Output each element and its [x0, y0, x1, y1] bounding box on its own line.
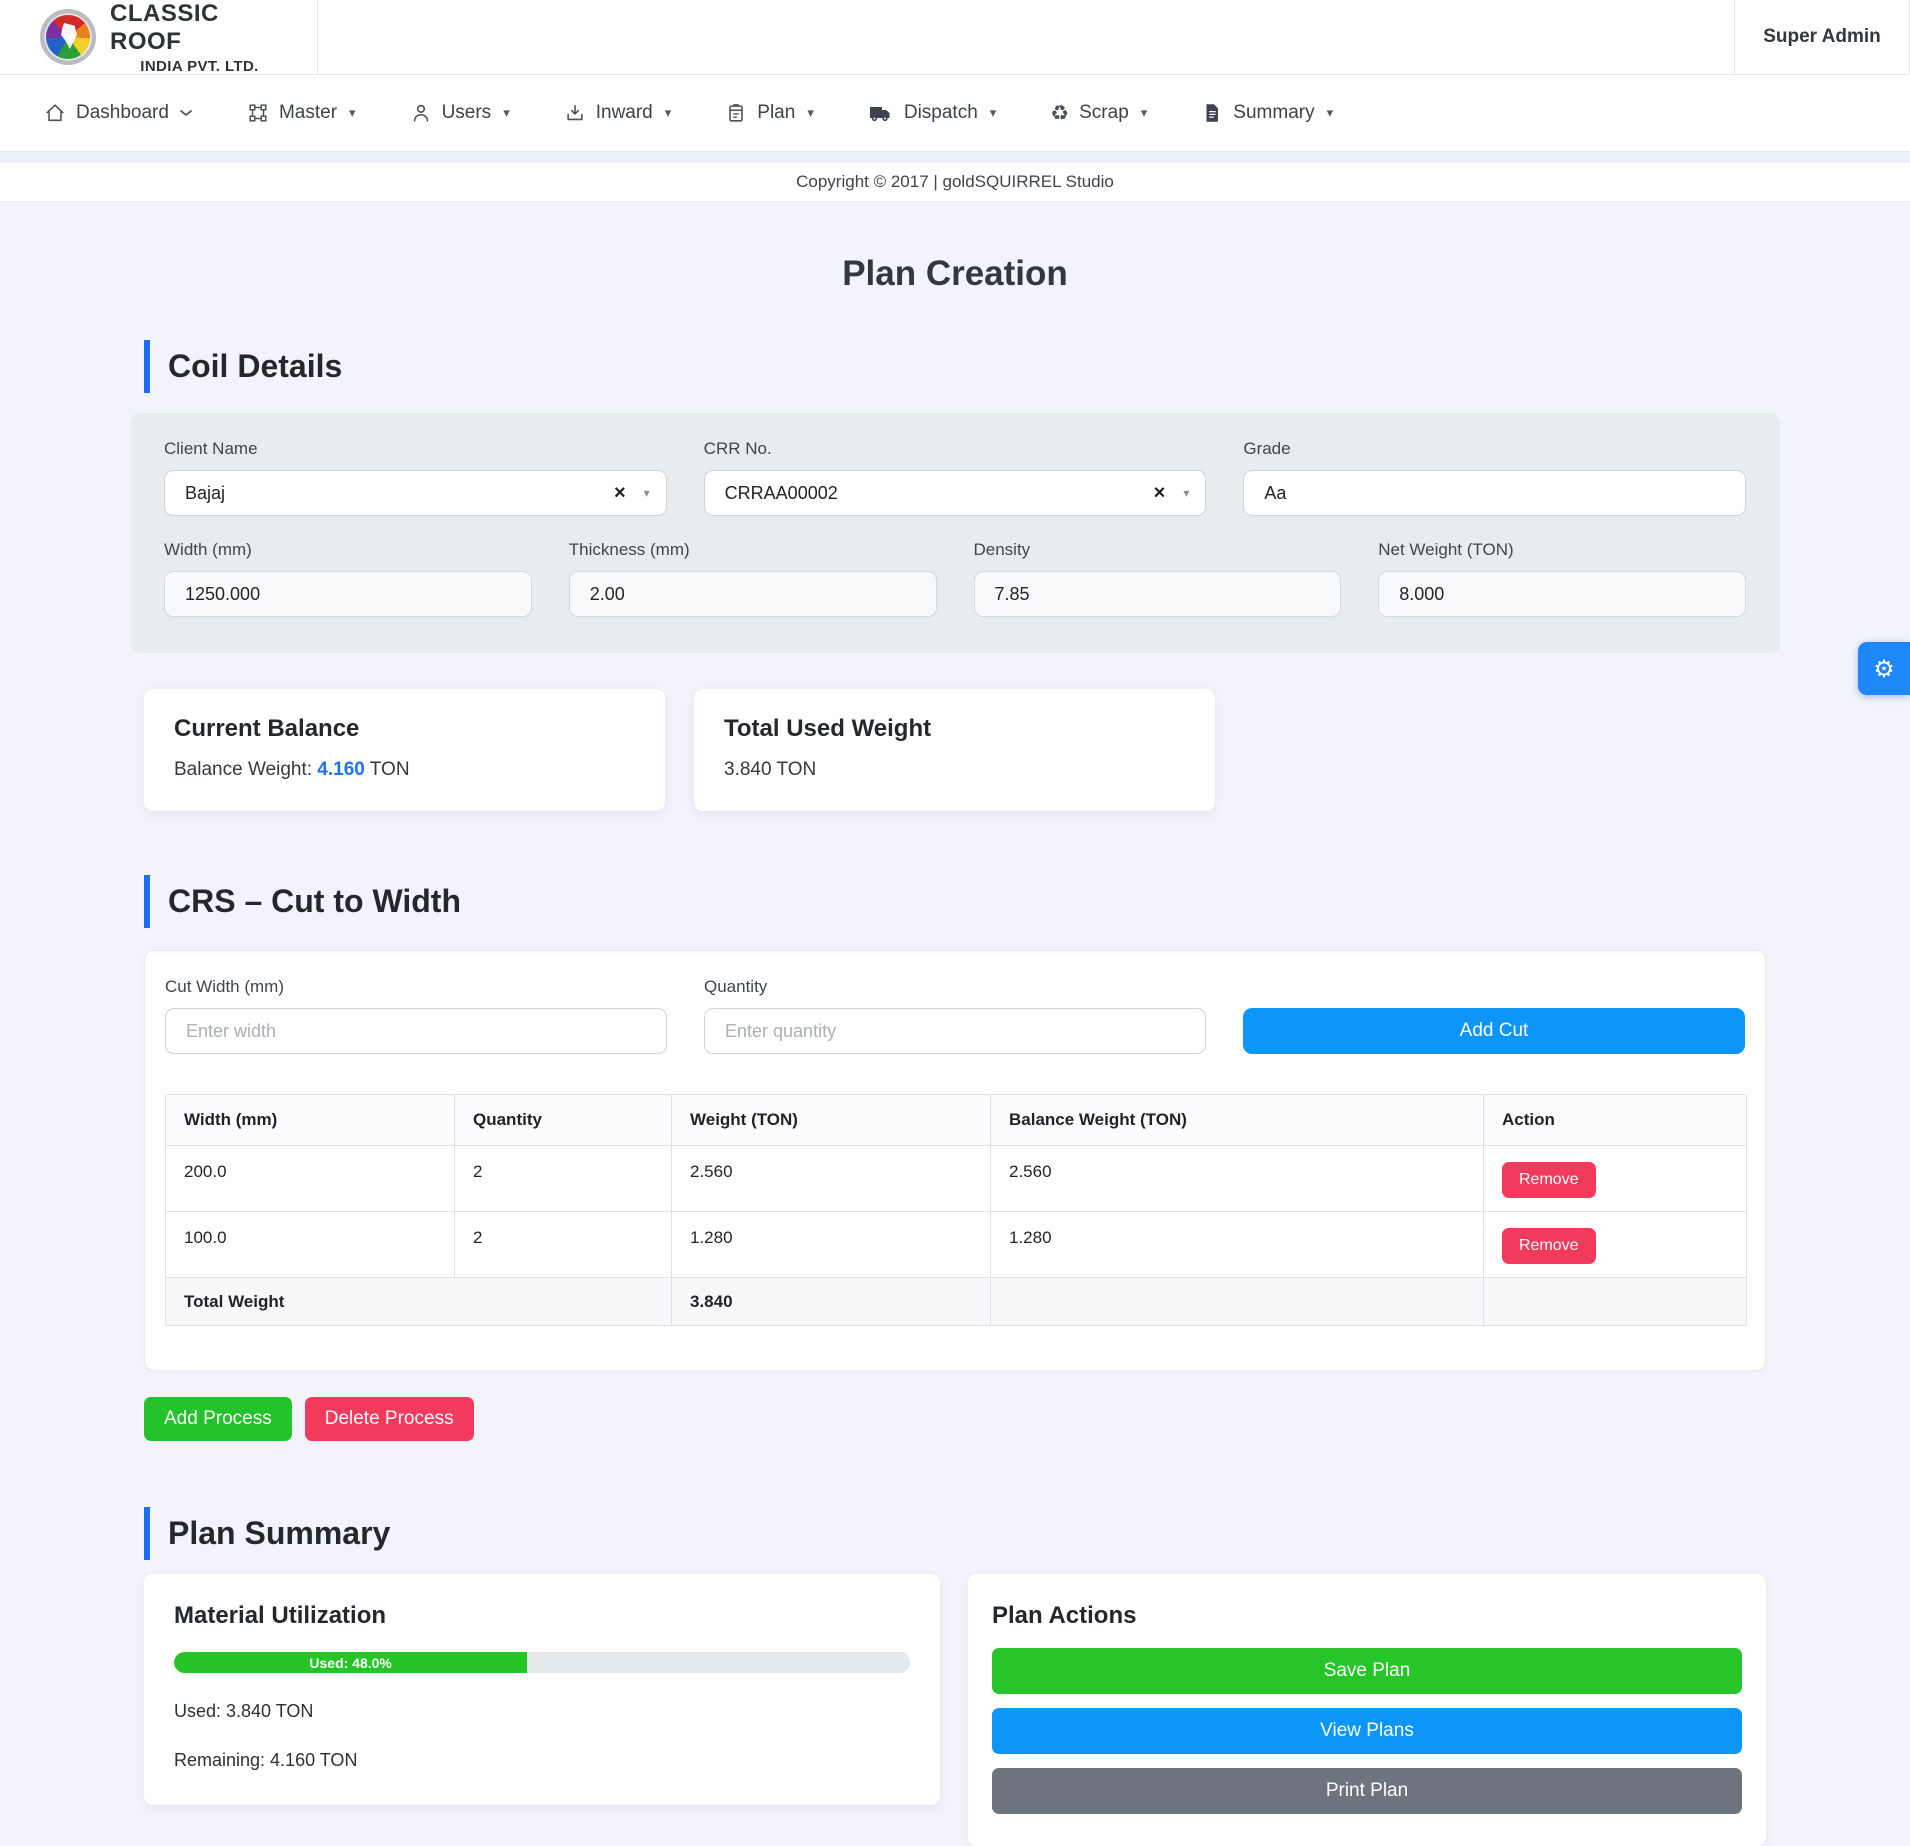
col-header-width: Width (mm) — [166, 1095, 455, 1146]
brand-name: CLASSIC ROOF — [110, 0, 289, 56]
current-balance-card: Current Balance Balance Weight: 4.160 TO… — [144, 689, 665, 811]
caret-down-icon: ▾ — [665, 105, 672, 121]
chevron-down-icon — [179, 108, 193, 118]
quantity-input[interactable] — [725, 1021, 1185, 1042]
brand-block: CLASSIC ROOF INDIA PVT. LTD. — [0, 0, 318, 74]
document-icon — [1201, 102, 1223, 124]
view-plans-button[interactable]: View Plans — [992, 1708, 1742, 1754]
quantity-label: Quantity — [704, 977, 1206, 997]
gear-icon: ⚙ — [1873, 657, 1895, 681]
grade-field[interactable]: Aa — [1243, 470, 1746, 516]
caret-down-icon: ▾ — [1327, 105, 1334, 121]
home-icon — [44, 102, 66, 124]
coil-details-panel: Client Name Bajaj × ▾ CRR No. CRRAA00002… — [130, 413, 1780, 653]
nav-summary[interactable]: Summary ▾ — [1201, 102, 1333, 124]
density-label: Density — [974, 540, 1342, 560]
density-field[interactable]: 7.85 — [974, 571, 1342, 617]
nav-dashboard[interactable]: Dashboard — [44, 102, 193, 124]
caret-down-icon: ▾ — [349, 105, 356, 121]
width-field[interactable]: 1250.000 — [164, 571, 532, 617]
progress-fill: Used: 48.0% — [174, 1652, 527, 1673]
crs-heading: CRS – Cut to Width — [144, 875, 1780, 928]
balance-weight-value: 4.160 — [317, 759, 365, 780]
total-used-value: 3.840 TON — [724, 759, 1185, 781]
table-row: 200.0 2 2.560 2.560 Remove — [166, 1146, 1747, 1212]
brand-subtitle: INDIA PVT. LTD. — [140, 58, 259, 75]
grade-label: Grade — [1243, 439, 1746, 459]
total-used-title: Total Used Weight — [724, 715, 1185, 743]
used-line: Used: 3.840 TON — [174, 1701, 910, 1722]
delete-process-button[interactable]: Delete Process — [305, 1397, 474, 1441]
truck-icon — [868, 102, 894, 124]
current-balance-title: Current Balance — [174, 715, 635, 743]
plan-summary-heading: Plan Summary — [144, 1507, 1780, 1560]
utilization-progress-bar: Used: 48.0% — [174, 1652, 910, 1673]
crs-card: Cut Width (mm) Quantity Add Cut Width (m… — [144, 950, 1766, 1371]
recycle-icon: ♻ — [1050, 103, 1069, 124]
add-cut-button[interactable]: Add Cut — [1243, 1008, 1745, 1054]
print-plan-button[interactable]: Print Plan — [992, 1768, 1742, 1814]
col-header-quantity: Quantity — [455, 1095, 672, 1146]
main-nav: Dashboard Master ▾ Users ▾ Inward ▾ Plan… — [0, 75, 1910, 152]
col-header-weight: Weight (TON) — [672, 1095, 991, 1146]
thickness-field[interactable]: 2.00 — [569, 571, 937, 617]
thickness-label: Thickness (mm) — [569, 540, 937, 560]
cut-width-input-wrap — [165, 1008, 667, 1054]
copyright-bar: Copyright © 2017 | goldSQUIRREL Studio — [0, 163, 1910, 202]
total-row: Total Weight 3.840 — [166, 1278, 1747, 1326]
clipboard-icon — [725, 102, 747, 124]
caret-down-icon: ▾ — [807, 105, 814, 121]
balance-weight-label: Balance Weight: — [174, 759, 317, 780]
remaining-line: Remaining: 4.160 TON — [174, 1750, 910, 1771]
clear-icon[interactable]: × — [1144, 482, 1176, 505]
divider — [0, 152, 1910, 163]
add-process-button[interactable]: Add Process — [144, 1397, 292, 1441]
caret-down-icon: ▾ — [503, 105, 510, 121]
cut-width-label: Cut Width (mm) — [165, 977, 667, 997]
table-row: 100.0 2 1.280 1.280 Remove — [166, 1212, 1747, 1278]
crr-no-select[interactable]: CRRAA00002 × ▾ — [704, 470, 1207, 516]
caret-down-icon: ▾ — [1141, 105, 1148, 121]
user-menu[interactable]: Super Admin — [1734, 0, 1910, 74]
page-title: Plan Creation — [130, 254, 1780, 294]
save-plan-button[interactable]: Save Plan — [992, 1648, 1742, 1694]
dropdown-arrow-icon[interactable]: ▾ — [636, 486, 650, 500]
clear-icon[interactable]: × — [604, 482, 636, 505]
nav-master[interactable]: Master ▾ — [247, 102, 356, 124]
inward-tray-icon — [564, 102, 586, 124]
user-icon — [410, 102, 432, 124]
material-utilization-title: Material Utilization — [174, 1602, 910, 1630]
cut-width-input[interactable] — [186, 1021, 646, 1042]
total-weight-value: 3.840 — [672, 1278, 991, 1326]
coil-details-heading: Coil Details — [144, 340, 1780, 393]
dropdown-arrow-icon[interactable]: ▾ — [1175, 486, 1189, 500]
plan-actions-card: Plan Actions Save Plan View Plans Print … — [968, 1574, 1766, 1846]
net-weight-label: Net Weight (TON) — [1378, 540, 1746, 560]
nav-plan[interactable]: Plan ▾ — [725, 102, 814, 124]
plan-actions-title: Plan Actions — [992, 1602, 1742, 1630]
nav-users[interactable]: Users ▾ — [410, 102, 510, 124]
width-label: Width (mm) — [164, 540, 532, 560]
cuts-table: Width (mm) Quantity Weight (TON) Balance… — [165, 1094, 1747, 1326]
quantity-input-wrap — [704, 1008, 1206, 1054]
remove-cut-button[interactable]: Remove — [1502, 1162, 1596, 1198]
settings-fab[interactable]: ⚙ — [1858, 642, 1910, 695]
caret-down-icon: ▾ — [990, 105, 997, 121]
net-weight-field[interactable]: 8.000 — [1378, 571, 1746, 617]
nav-inward[interactable]: Inward ▾ — [564, 102, 672, 124]
crr-no-label: CRR No. — [704, 439, 1207, 459]
app-header: CLASSIC ROOF INDIA PVT. LTD. Super Admin — [0, 0, 1910, 75]
nav-scrap[interactable]: ♻ Scrap ▾ — [1050, 102, 1147, 124]
total-weight-label: Total Weight — [166, 1278, 672, 1326]
col-header-action: Action — [1484, 1095, 1747, 1146]
total-used-card: Total Used Weight 3.840 TON — [694, 689, 1215, 811]
company-logo — [40, 9, 96, 65]
transform-icon — [247, 102, 269, 124]
remove-cut-button[interactable]: Remove — [1502, 1228, 1596, 1264]
nav-dispatch[interactable]: Dispatch ▾ — [868, 102, 996, 124]
col-header-balance: Balance Weight (TON) — [991, 1095, 1484, 1146]
client-name-select[interactable]: Bajaj × ▾ — [164, 470, 667, 516]
material-utilization-card: Material Utilization Used: 48.0% Used: 3… — [144, 1574, 940, 1805]
client-name-label: Client Name — [164, 439, 667, 459]
